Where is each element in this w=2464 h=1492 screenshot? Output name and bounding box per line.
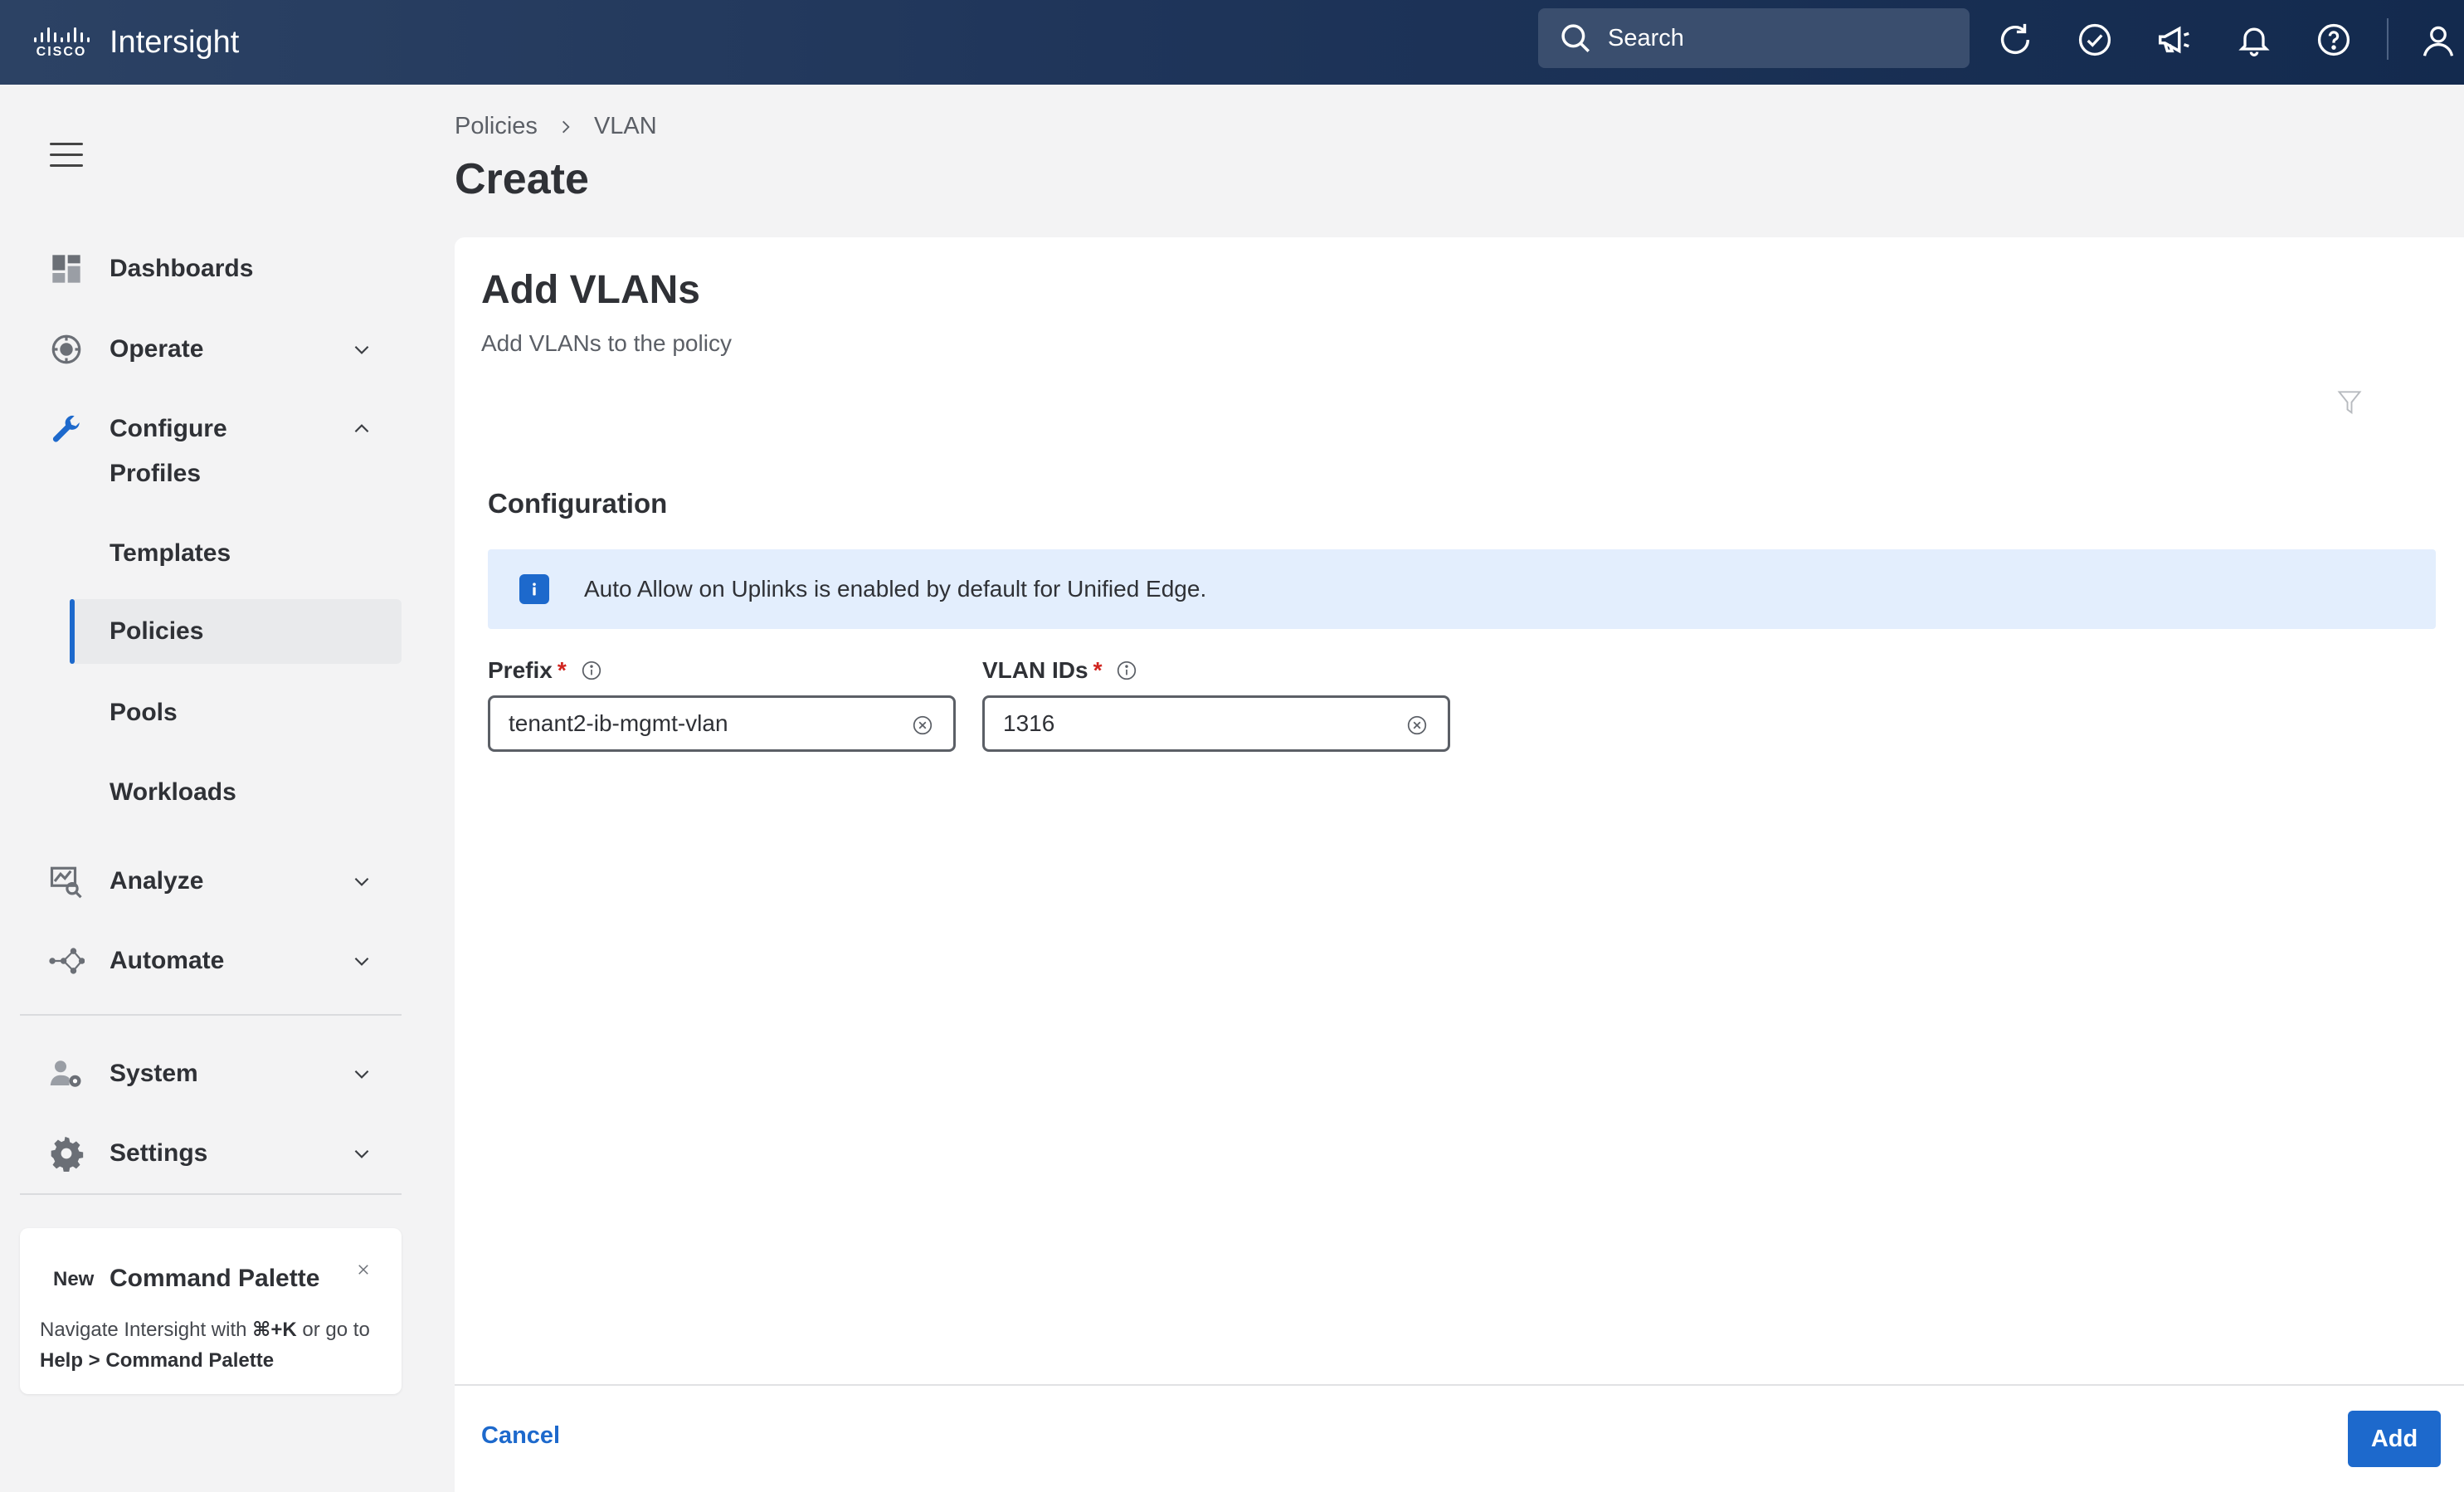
sidebar-item-templates[interactable]: Templates [70,521,402,586]
chevron-down-icon [348,1060,375,1087]
required-marker: * [1093,657,1103,683]
chevron-down-icon [348,336,375,363]
info-banner-text: Auto Allow on Uplinks is enabled by defa… [584,576,1207,602]
cisco-logo-icon: CISCO [28,24,95,61]
close-icon[interactable] [352,1258,375,1281]
chevron-down-icon [348,1140,375,1167]
sidebar-item-profiles[interactable]: Profiles [70,441,402,506]
breadcrumb-vlan[interactable]: VLAN [594,113,657,140]
sidebar-item-label: System [110,1060,198,1087]
sidebar-item-label: Automate [110,947,225,974]
new-badge: New [53,1268,95,1290]
add-vlans-panel: Add VLANs Add VLANs to the policy Config… [455,237,2464,1492]
sidebar-item-workloads[interactable]: Workloads [70,760,402,825]
sidebar-item-pools[interactable]: Pools [70,680,402,745]
automate-icon [48,943,85,979]
sidebar-item-label: Settings [110,1139,208,1167]
sidebar-subitem-label: Workloads [110,778,236,806]
sidebar-divider [20,1193,402,1195]
command-palette-card: New Command Palette Navigate Intersight … [20,1228,402,1394]
header-actions [1991,15,2389,65]
breadcrumb-policies[interactable]: Policies [455,113,538,140]
sidebar-item-system[interactable]: System [0,1041,402,1107]
chevron-down-icon [348,948,375,974]
cancel-button[interactable]: Cancel [481,1422,560,1450]
filter-icon[interactable] [2333,387,2366,420]
check-circle-icon[interactable] [2071,16,2119,64]
chevron-down-icon [348,868,375,895]
prefix-field[interactable] [488,695,956,752]
sidebar-subitem-label: Templates [110,539,231,567]
cmd-shortcut: ⌘+K [252,1319,297,1341]
sidebar-subitem-label: Pools [110,699,178,726]
megaphone-icon[interactable] [2150,16,2199,64]
info-banner: Auto Allow on Uplinks is enabled by defa… [488,549,2436,629]
chevron-right-icon [558,119,574,135]
cmd-text-prefix: Navigate Intersight with [40,1319,253,1341]
sidebar-item-automate[interactable]: Automate [0,928,402,994]
sidebar-item-dashboards[interactable]: Dashboards [0,236,402,302]
vlan-ids-field[interactable] [982,695,1450,752]
header-divider [2387,18,2389,60]
sidebar-subitem-label: Policies [110,617,204,645]
brand[interactable]: CISCO Intersight [28,24,239,61]
top-bar: CISCO Intersight Search [0,0,2464,85]
search-icon [1561,24,1590,52]
sidebar-item-analyze[interactable]: Analyze [0,848,402,914]
help-icon[interactable] [2310,16,2358,64]
sidebar-subitem-label: Profiles [110,460,202,487]
vlan-ids-label-text: VLAN IDs [982,657,1088,683]
sidebar-item-label: Analyze [110,867,204,895]
analyze-icon [48,863,85,900]
sidebar-item-policies[interactable]: Policies [70,599,402,664]
refresh-icon[interactable] [1991,16,2039,64]
clear-icon[interactable] [910,713,935,738]
menu-toggle-icon[interactable] [50,143,85,168]
bell-icon[interactable] [2230,16,2278,64]
info-circle-icon[interactable] [580,659,603,682]
info-circle-icon[interactable] [1115,659,1138,682]
page-title: Create [455,155,589,203]
cmd-path: Help > Command Palette [40,1349,275,1372]
chevron-up-icon [348,416,375,442]
sidebar-item-settings[interactable]: Settings [0,1120,402,1187]
cmd-text-middle: or go to [296,1319,370,1341]
prefix-label: Prefix * [488,657,603,684]
system-icon [48,1056,85,1092]
breadcrumb: Policies VLAN [455,113,657,140]
sidebar-item-label: Operate [110,335,204,363]
sidebar-item-label: Configure [110,415,227,442]
panel-subtitle: Add VLANs to the policy [481,330,732,356]
required-marker: * [557,657,567,683]
sidebar-item-operate[interactable]: Operate [0,316,402,383]
search-box[interactable]: Search [1538,8,1970,68]
vlan-ids-input[interactable] [1003,710,1374,737]
app-title: Intersight [110,24,240,60]
section-title: Configuration [488,488,668,519]
dashboard-icon [48,251,85,287]
info-icon [519,574,549,604]
command-palette-text: Navigate Intersight with ⌘+K or go to He… [40,1314,388,1376]
prefix-label-text: Prefix [488,657,553,683]
vlan-ids-label: VLAN IDs * [982,657,1138,684]
cisco-wordmark: CISCO [36,44,87,59]
command-palette-title: Command Palette [110,1265,320,1292]
sidebar-item-label: Dashboards [110,255,254,282]
search-placeholder: Search [1608,24,1684,51]
footer-divider [455,1384,2464,1386]
clear-icon[interactable] [1405,713,1429,738]
sidebar: Dashboards Operate Configure Profiles Te… [0,85,423,1492]
user-icon[interactable] [2414,17,2462,65]
gear-icon [48,1135,85,1172]
add-button[interactable]: Add [2348,1411,2441,1467]
panel-title: Add VLANs [481,268,700,312]
sidebar-divider [20,1014,402,1016]
operate-icon [48,331,85,368]
prefix-input[interactable] [509,710,879,737]
